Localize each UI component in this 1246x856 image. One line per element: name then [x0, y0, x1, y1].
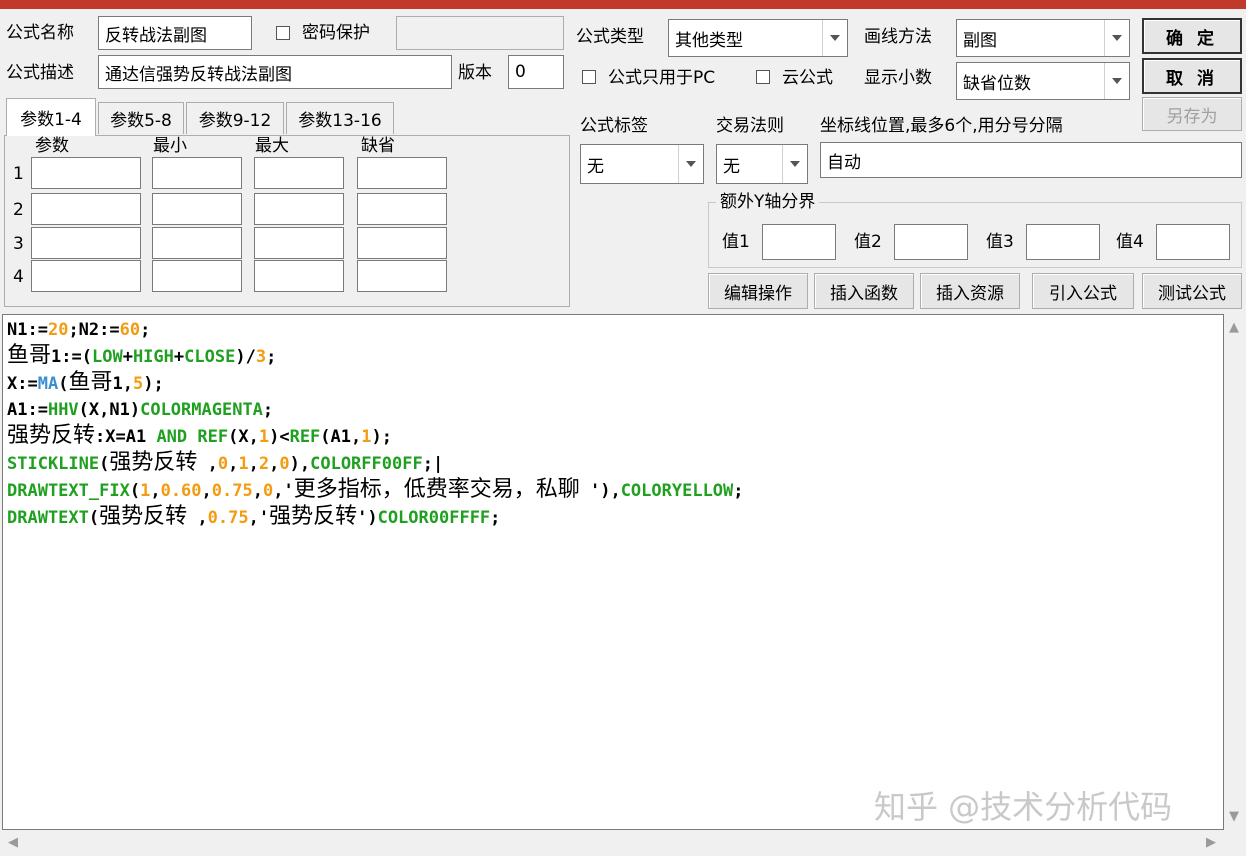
y-value-3-label: 值3: [986, 232, 1014, 252]
param-3-min[interactable]: [152, 227, 242, 259]
pc-only-label: 公式只用于PC: [608, 68, 716, 88]
param-3-name[interactable]: [31, 227, 141, 259]
pc-only-checkbox[interactable]: [582, 70, 596, 84]
formula-type-value: 其他类型: [675, 30, 743, 51]
password-input: [396, 16, 564, 50]
y-value-2-input[interactable]: [894, 224, 968, 260]
param-1-name[interactable]: [31, 157, 141, 189]
scroll-down-icon[interactable]: ▼: [1229, 809, 1239, 824]
y-value-1-input[interactable]: [762, 224, 836, 260]
scroll-up-icon[interactable]: ▲: [1229, 320, 1239, 335]
password-checkbox[interactable]: [276, 26, 290, 40]
import-formula-button[interactable]: 引入公式: [1032, 273, 1134, 309]
chevron-down-icon: [822, 20, 847, 56]
param-1-min[interactable]: [152, 157, 242, 189]
watermark: 知乎 @技术分析代码: [874, 788, 1173, 826]
formula-tag-value: 无: [587, 156, 604, 177]
tab-params-9-12[interactable]: 参数9-12: [186, 102, 284, 134]
tab-params-5-8[interactable]: 参数5-8: [98, 102, 184, 134]
cloud-label: 云公式: [782, 68, 833, 88]
decimals-select[interactable]: 缺省位数: [956, 62, 1130, 100]
param-row-index: 2: [13, 200, 24, 220]
param-3-max[interactable]: [254, 227, 344, 259]
save-as-button[interactable]: 另存为: [1142, 97, 1242, 131]
ok-button[interactable]: 确 定: [1142, 18, 1242, 54]
version-label: 版本: [458, 63, 492, 83]
chevron-down-icon: [782, 145, 807, 183]
formula-name-input[interactable]: 反转战法副图: [98, 16, 252, 50]
decimals-value: 缺省位数: [963, 73, 1031, 94]
tab-params-13-16[interactable]: 参数13-16: [286, 102, 394, 134]
edit-operations-button[interactable]: 编辑操作: [708, 273, 808, 309]
formula-type-label: 公式类型: [576, 27, 644, 47]
param-2-max[interactable]: [254, 193, 344, 225]
window-titlebar: [0, 0, 1246, 9]
param-header-default: 缺省: [361, 136, 395, 156]
insert-function-button[interactable]: 插入函数: [814, 273, 914, 309]
y-value-1-label: 值1: [722, 232, 750, 252]
formula-type-select[interactable]: 其他类型: [668, 19, 848, 57]
draw-method-label: 画线方法: [864, 27, 932, 47]
axis-line-label: 坐标线位置,最多6个,用分号分隔: [820, 116, 1063, 136]
param-header-min: 最小: [153, 136, 187, 156]
y-value-4-label: 值4: [1116, 232, 1144, 252]
param-1-max[interactable]: [254, 157, 344, 189]
axis-line-input[interactable]: 自动: [820, 142, 1242, 178]
param-header-max: 最大: [255, 136, 289, 156]
y-value-2-label: 值2: [854, 232, 882, 252]
code-text: N1:=20;N2:=60; 鱼哥1:=(LOW+HIGH+CLOSE)/3; …: [7, 320, 744, 529]
draw-method-value: 副图: [963, 30, 997, 51]
formula-desc-input[interactable]: 通达信强势反转战法副图: [98, 55, 452, 89]
scroll-left-icon[interactable]: ◀: [8, 835, 18, 850]
chevron-down-icon: [1104, 63, 1129, 99]
param-row-index: 4: [13, 267, 24, 287]
extra-y-axis-label: 额外Y轴分界: [716, 194, 820, 211]
cloud-checkbox[interactable]: [756, 70, 770, 84]
y-value-3-input[interactable]: [1026, 224, 1100, 260]
params-panel: 参数 最小 最大 缺省 1 2 3 4: [4, 135, 570, 307]
param-4-max[interactable]: [254, 260, 344, 292]
param-row-index: 3: [13, 234, 24, 254]
draw-method-select[interactable]: 副图: [956, 19, 1130, 57]
param-4-name[interactable]: [31, 260, 141, 292]
formula-name-label: 公式名称: [6, 23, 74, 43]
cancel-button[interactable]: 取 消: [1142, 58, 1242, 94]
param-header-name: 参数: [35, 136, 69, 156]
param-2-name[interactable]: [31, 193, 141, 225]
param-1-default[interactable]: [357, 157, 447, 189]
param-row-index: 1: [13, 164, 24, 184]
code-editor[interactable]: N1:=20;N2:=60; 鱼哥1:=(LOW+HIGH+CLOSE)/3; …: [2, 314, 1224, 830]
formula-desc-label: 公式描述: [6, 63, 74, 83]
formula-tag-label: 公式标签: [580, 116, 648, 136]
horizontal-scrollbar[interactable]: ◀ ▶: [2, 830, 1246, 856]
trade-rule-value: 无: [723, 156, 740, 177]
param-2-min[interactable]: [152, 193, 242, 225]
chevron-down-icon: [678, 145, 703, 183]
param-4-default[interactable]: [357, 260, 447, 292]
formula-tag-select[interactable]: 无: [580, 144, 704, 184]
trade-rule-label: 交易法则: [716, 116, 784, 136]
trade-rule-select[interactable]: 无: [716, 144, 808, 184]
param-4-min[interactable]: [152, 260, 242, 292]
tab-params-1-4[interactable]: 参数1-4: [6, 98, 96, 136]
password-label: 密码保护: [302, 23, 370, 43]
param-3-default[interactable]: [357, 227, 447, 259]
test-formula-button[interactable]: 测试公式: [1142, 273, 1242, 309]
scroll-right-icon[interactable]: ▶: [1206, 835, 1216, 850]
param-2-default[interactable]: [357, 193, 447, 225]
decimals-label: 显示小数: [864, 68, 932, 88]
version-input[interactable]: 0: [508, 55, 564, 89]
y-value-4-input[interactable]: [1156, 224, 1230, 260]
insert-resource-button[interactable]: 插入资源: [920, 273, 1020, 309]
chevron-down-icon: [1104, 20, 1129, 56]
vertical-scrollbar[interactable]: ▲ ▼: [1224, 314, 1246, 830]
